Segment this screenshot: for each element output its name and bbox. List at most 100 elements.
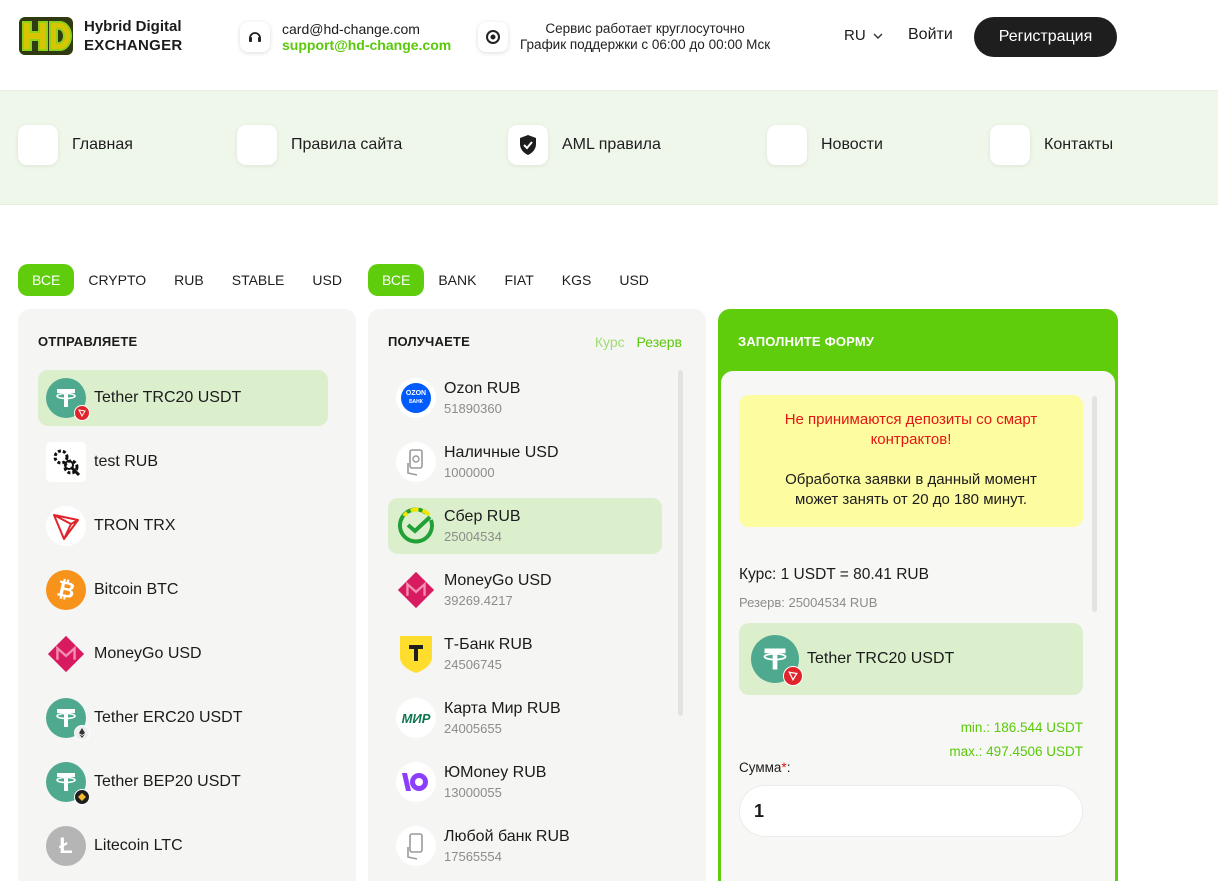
send-panel-title: ОТПРАВЛЯЕТЕ bbox=[38, 334, 138, 349]
moneygo-icon bbox=[396, 570, 436, 610]
reserve-value: 25004534 RUB bbox=[788, 595, 878, 610]
ozon-bank-icon: OZON БАНК bbox=[396, 378, 436, 418]
receive-panel: ПОЛУЧАЕТЕ Курс Резерв OZON БАНК Ozon RUB … bbox=[368, 309, 706, 881]
form-scrollbar[interactable] bbox=[1092, 396, 1097, 612]
language-selector[interactable]: RU bbox=[844, 27, 883, 44]
nav-item-home[interactable]: Главная bbox=[18, 125, 133, 165]
nav-item-news[interactable]: Новости bbox=[767, 125, 883, 165]
receive-item-mir[interactable]: МИР Карта Мир RUB 24005655 bbox=[388, 690, 662, 746]
receive-filter-tabs: ВСЕ BANK FIAT KGS USD bbox=[368, 264, 663, 296]
send-item-tron-trx[interactable]: TRON TRX bbox=[38, 498, 328, 554]
exchange-rate: Курс: 1 USDT = 80.41 RUB bbox=[739, 566, 929, 584]
receive-item-tbank[interactable]: Т-Банк RUB 24506745 bbox=[388, 626, 662, 682]
service-hours-block: Сервис работает круглосуточно График под… bbox=[478, 21, 770, 53]
receive-item-yoomoney[interactable]: ЮMoney RUB 13000055 bbox=[388, 754, 662, 810]
currency-name: Наличные USD bbox=[444, 444, 559, 461]
email-main[interactable]: card@hd-change.com bbox=[282, 21, 451, 37]
receive-filter-kgs[interactable]: KGS bbox=[548, 264, 606, 296]
support-headset-icon bbox=[240, 22, 270, 52]
cash-icon bbox=[396, 442, 436, 482]
currency-reserve: 51890360 bbox=[444, 401, 502, 416]
send-item-tether-trc20[interactable]: Tether TRC20 USDT bbox=[38, 370, 328, 426]
receive-sort-header: Курс Резерв bbox=[587, 334, 682, 350]
home-icon bbox=[18, 125, 58, 165]
sort-by-rate[interactable]: Курс bbox=[595, 334, 625, 350]
header: Hybrid Digital EXCHANGER card@hd-change.… bbox=[0, 0, 1218, 90]
receive-item-sber[interactable]: Сбер RUB 25004534 bbox=[388, 498, 662, 554]
send-filter-rub[interactable]: RUB bbox=[160, 264, 218, 296]
nav-item-aml[interactable]: AML правила bbox=[508, 125, 661, 165]
clock-icon bbox=[478, 22, 508, 52]
currency-name: Любой банк RUB bbox=[444, 828, 570, 845]
service-line-2: График поддержки с 06:00 до 00:00 Мск bbox=[520, 37, 771, 52]
currency-name: Карта Мир RUB bbox=[444, 700, 561, 717]
nav-item-label: Новости bbox=[821, 136, 883, 153]
bitcoin-icon: ₿ bbox=[46, 570, 86, 610]
litecoin-icon: Ł bbox=[46, 826, 86, 866]
receive-filter-bank[interactable]: BANK bbox=[424, 264, 490, 296]
send-item-tether-erc20[interactable]: Tether ERC20 USDT bbox=[38, 690, 328, 746]
send-item-moneygo[interactable]: MoneyGo USD bbox=[38, 626, 328, 682]
send-item-test-rub[interactable]: test RUB bbox=[38, 434, 328, 490]
receive-filter-usd[interactable]: USD bbox=[605, 264, 663, 296]
logo-line-1: Hybrid Digital bbox=[84, 18, 182, 35]
currency-name: ЮMoney RUB bbox=[444, 764, 547, 781]
receive-scrollbar[interactable] bbox=[678, 370, 683, 716]
main-nav: Главная Правила сайта AML правила Новост… bbox=[0, 90, 1218, 205]
email-support[interactable]: support@hd-change.com bbox=[282, 37, 451, 53]
currency-reserve: 39269.4217 bbox=[444, 593, 513, 608]
warning-text: Обработка заявки в данный момент может з… bbox=[785, 471, 1037, 508]
currency-name: Сбер RUB bbox=[444, 508, 521, 525]
reserve-label: Резерв: bbox=[739, 595, 785, 610]
send-filter-stable[interactable]: STABLE bbox=[218, 264, 299, 296]
register-button[interactable]: Регистрация bbox=[974, 17, 1117, 57]
logo[interactable]: Hybrid Digital EXCHANGER bbox=[18, 14, 183, 58]
receive-item-ozon[interactable]: OZON БАНК Ozon RUB 51890360 bbox=[388, 370, 662, 426]
currency-name: test RUB bbox=[94, 453, 159, 470]
currency-name: Tether BEP20 USDT bbox=[94, 773, 241, 790]
tbank-icon bbox=[396, 634, 436, 674]
currency-name: TRON TRX bbox=[94, 517, 176, 534]
receive-filter-fiat[interactable]: FIAT bbox=[490, 264, 547, 296]
send-item-bitcoin[interactable]: ₿ Bitcoin BTC bbox=[38, 562, 328, 618]
send-panel: ОТПРАВЛЯЕТЕ Tether TRC20 USDT test RUB T… bbox=[18, 309, 356, 881]
receive-item-moneygo[interactable]: MoneyGo USD 39269.4217 bbox=[388, 562, 662, 618]
currency-name: Bitcoin BTC bbox=[94, 581, 179, 598]
nav-item-label: AML правила bbox=[562, 136, 661, 153]
sum-label: Сумма*: bbox=[739, 760, 790, 775]
mir-icon: МИР bbox=[396, 698, 436, 738]
send-filter-usd[interactable]: USD bbox=[298, 264, 356, 296]
reserve-info: Резерв: 25004534 RUB bbox=[739, 595, 877, 610]
shield-check-icon bbox=[508, 125, 548, 165]
tether-erc20-icon bbox=[46, 698, 90, 741]
currency-reserve: 24506745 bbox=[444, 657, 502, 672]
warning-notice: Не принимаются депозиты со смарт контрак… bbox=[739, 395, 1083, 527]
nav-item-contacts[interactable]: Контакты bbox=[990, 125, 1113, 165]
logo-mark-icon bbox=[18, 14, 74, 58]
sum-input[interactable]: 1 bbox=[739, 785, 1083, 837]
receive-filter-all[interactable]: ВСЕ bbox=[368, 264, 425, 296]
tron-icon bbox=[46, 506, 86, 546]
min-limit: min.: 186.544 USDT bbox=[960, 720, 1083, 735]
moneygo-icon bbox=[46, 634, 86, 674]
sort-by-reserve[interactable]: Резерв bbox=[637, 334, 682, 350]
form-body: Не принимаются депозиты со смарт контрак… bbox=[721, 371, 1115, 881]
yoomoney-icon bbox=[396, 762, 436, 802]
tether-bep20-icon bbox=[46, 762, 90, 805]
send-filter-crypto[interactable]: CRYPTO bbox=[74, 264, 160, 296]
exchange-form-panel: ЗАПОЛНИТЕ ФОРМУ Не принимаются депозиты … bbox=[718, 309, 1118, 881]
currency-reserve: 17565554 bbox=[444, 849, 502, 864]
nav-item-rules[interactable]: Правила сайта bbox=[237, 125, 402, 165]
send-item-tether-bep20[interactable]: Tether BEP20 USDT bbox=[38, 754, 328, 810]
warning-red-text: Не принимаются депозиты со смарт контрак… bbox=[784, 411, 1038, 448]
currency-reserve: 25004534 bbox=[444, 529, 502, 544]
send-filter-all[interactable]: ВСЕ bbox=[18, 264, 75, 296]
selected-send-currency[interactable]: Tether TRC20 USDT bbox=[739, 623, 1083, 695]
login-link[interactable]: Войти bbox=[908, 26, 953, 44]
receive-item-any-bank[interactable]: Любой банк RUB 17565554 bbox=[388, 818, 662, 874]
rules-icon bbox=[237, 125, 277, 165]
receive-item-cash-usd[interactable]: Наличные USD 1000000 bbox=[388, 434, 662, 490]
send-item-litecoin[interactable]: Ł Litecoin LTC bbox=[38, 818, 328, 874]
chevron-down-icon bbox=[873, 33, 883, 39]
amount-limits: min.: 186.544 USDT max.: 497.4506 USDT bbox=[949, 716, 1083, 764]
